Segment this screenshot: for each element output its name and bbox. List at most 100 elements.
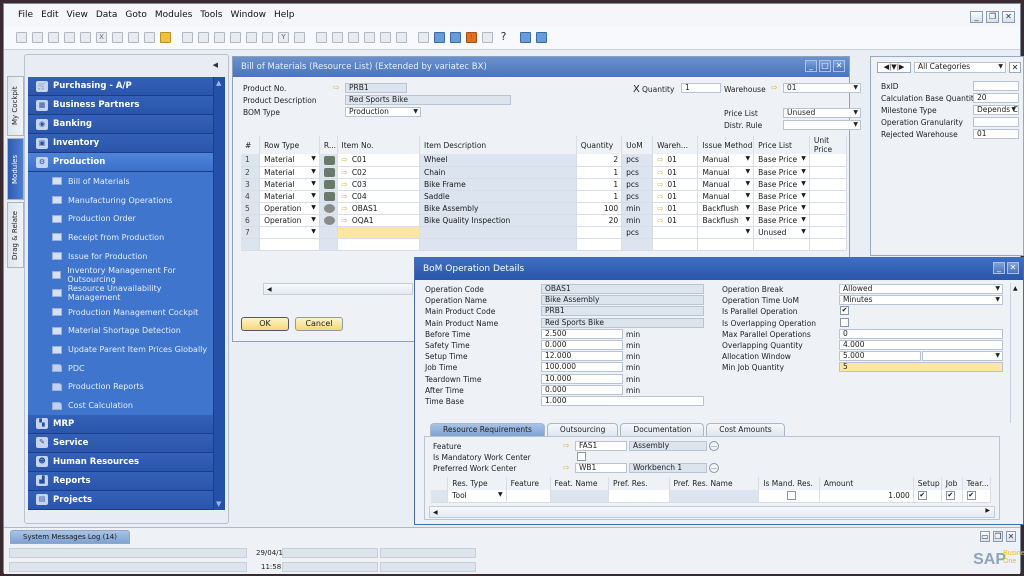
column-header[interactable]: UoM [621, 136, 654, 154]
udf-field[interactable] [973, 117, 1019, 127]
column-header[interactable]: Item Description [419, 136, 577, 154]
row-type-select[interactable]: Operation [259, 214, 320, 227]
close-icon[interactable]: ✕ [833, 60, 845, 72]
feature-code-field[interactable]: FAS1 [575, 441, 627, 451]
edit-icon[interactable] [418, 32, 429, 43]
query-manager-icon[interactable] [434, 32, 445, 43]
add-icon[interactable] [198, 32, 209, 43]
item-no-cell[interactable] [337, 226, 421, 239]
warehouse-cell[interactable]: ⇨ 01 [652, 202, 699, 215]
op-field-time-base[interactable]: 1.000 [541, 396, 704, 406]
table-row[interactable]: 3Material⇨C03Bike Frame1pcs⇨01ManualBase… [241, 178, 848, 191]
menu-help[interactable]: Help [274, 10, 295, 20]
op-field-operation-break[interactable]: Allowed [839, 284, 1003, 294]
module-purchasing-a-p[interactable]: 🛒 Purchasing - A/P [28, 77, 213, 96]
maximize-icon[interactable]: □ [819, 60, 831, 72]
issue-method-select[interactable]: Manual [697, 154, 755, 167]
menu-file[interactable]: File [18, 10, 33, 20]
table-row[interactable]: 2Material⇨C02Chain1pcs⇨01ManualBase Pric… [241, 166, 848, 179]
minimize-icon[interactable]: _ [993, 262, 1005, 274]
column-header[interactable]: Price List [753, 136, 810, 154]
table-row[interactable]: 4Material⇨C04Saddle1pcs⇨01ManualBase Pri… [241, 190, 848, 203]
product-desc-field[interactable]: Red Sports Bike [345, 95, 511, 105]
warehouse-select[interactable]: 01 [783, 83, 861, 93]
sms-icon[interactable] [64, 32, 75, 43]
query-wizard-icon[interactable] [450, 32, 461, 43]
scroll-left-icon[interactable]: ◀ [264, 286, 272, 293]
op-field-allocation-window[interactable]: 5.000 [839, 351, 921, 362]
quantity-cell[interactable]: 2 [576, 154, 623, 167]
column-header[interactable]: Res. Type [447, 477, 507, 490]
unit-price-cell[interactable] [809, 178, 848, 191]
table-row[interactable]: 6Operation⇨OQA1Bike Quality Inspection20… [241, 214, 848, 227]
warehouse-cell[interactable]: ⇨ 01 [652, 214, 699, 227]
quantity-field[interactable]: 1 [681, 83, 721, 93]
filter-icon[interactable]: Y [278, 32, 289, 43]
column-header[interactable]: Amount [819, 477, 914, 490]
tab-my-cockpit[interactable]: My Cockpit [7, 76, 24, 136]
menu-window[interactable]: Window [230, 10, 266, 20]
udf-field[interactable] [973, 81, 1019, 91]
row-type-select[interactable]: Material [259, 154, 320, 167]
price-list-select[interactable]: Unused [783, 108, 861, 118]
job-cell[interactable]: ✔ [941, 490, 963, 503]
close-icon[interactable]: ✕ [1006, 531, 1016, 542]
column-header[interactable]: Setup [913, 477, 942, 490]
table-row[interactable]: 5Operation⇨OBAS1Bike Assembly100min⇨01Ba… [241, 202, 848, 215]
column-header[interactable]: Feat. Name [550, 477, 609, 490]
ok-button[interactable]: OK [241, 317, 289, 331]
column-header[interactable]: Pref. Res. Name [669, 477, 760, 490]
unit-price-cell[interactable] [809, 154, 848, 167]
link-arrow-icon[interactable]: ⇨ [657, 216, 663, 225]
production-item-inventory-management-for-outsourcing[interactable]: Inventory Management For Outsourcing [28, 265, 213, 285]
column-header[interactable]: Quantity [576, 136, 623, 154]
calendar-icon[interactable] [482, 32, 493, 43]
link-arrow-icon[interactable]: ⇨ [342, 192, 348, 201]
row-type-select[interactable] [259, 226, 320, 239]
link-arrow-icon[interactable]: ⇨ [771, 84, 781, 92]
module-projects[interactable]: ▤ Projects [28, 490, 213, 510]
module-human-resources[interactable]: ☻ Human Resources [28, 452, 213, 472]
next-record-icon[interactable] [246, 32, 257, 43]
choose-feature-icon[interactable]: … [709, 441, 719, 451]
item-no-cell[interactable]: ⇨ C01 [337, 154, 421, 167]
word-icon[interactable] [112, 32, 123, 43]
production-item-update-parent-item-prices-globally[interactable]: Update Parent Item Prices Globally [28, 340, 213, 359]
close-icon[interactable]: ✕ [1007, 262, 1019, 274]
column-header[interactable]: # [241, 136, 261, 154]
payment-icon[interactable] [364, 32, 375, 43]
udf-field[interactable]: 01 [973, 129, 1019, 139]
table-row[interactable]: 7 pcs Unused [241, 226, 848, 239]
column-header[interactable]: Pref. Res. [608, 477, 670, 490]
minimize-icon[interactable]: _ [970, 11, 983, 23]
is-overlapping-operation-checkbox[interactable] [840, 317, 849, 327]
warehouse-cell[interactable]: ⇨ 01 [652, 190, 699, 203]
warehouse-cell[interactable]: ⇨ 01 [652, 166, 699, 179]
price-list-select[interactable]: Base Price [753, 166, 810, 179]
fax-icon[interactable] [80, 32, 91, 43]
lock-icon[interactable] [160, 32, 171, 43]
link-arrow-icon[interactable]: ⇨ [342, 155, 348, 164]
scroll-down-icon[interactable]: ▼ [216, 500, 221, 508]
resources-horizontal-scrollbar[interactable]: ◀ ▶ [429, 506, 995, 518]
cancel-button[interactable]: Cancel [295, 317, 343, 331]
column-header[interactable]: Is Mand. Res. [758, 477, 820, 490]
job-checkbox[interactable]: ✔ [945, 491, 955, 501]
base-document-icon[interactable] [316, 32, 327, 43]
column-header[interactable]: Wareh... [652, 136, 699, 154]
column-header[interactable]: Feature [506, 477, 551, 490]
bom-horizontal-scrollbar[interactable]: ◀ [263, 283, 413, 295]
feature-cell[interactable] [506, 490, 551, 503]
unit-price-cell[interactable] [809, 214, 848, 227]
first-record-icon[interactable] [214, 32, 225, 43]
row-type-select[interactable]: Material [259, 166, 320, 179]
op-field-job-time[interactable]: 100.000 [541, 362, 623, 373]
modules-scrollbar[interactable]: ▲ ▼ [213, 77, 225, 510]
item-no-cell[interactable]: ⇨ OQA1 [337, 214, 421, 227]
udf-nav-buttons[interactable]: ◀|▼|▶ [877, 62, 911, 73]
link-arrow-icon[interactable]: ⇨ [333, 84, 343, 92]
issue-method-select[interactable]: Manual [697, 190, 755, 203]
warehouse-cell[interactable]: ⇨ 01 [652, 178, 699, 191]
minimize-icon[interactable]: _ [805, 60, 817, 72]
op-field-before-time[interactable]: 2.500 [541, 328, 623, 339]
